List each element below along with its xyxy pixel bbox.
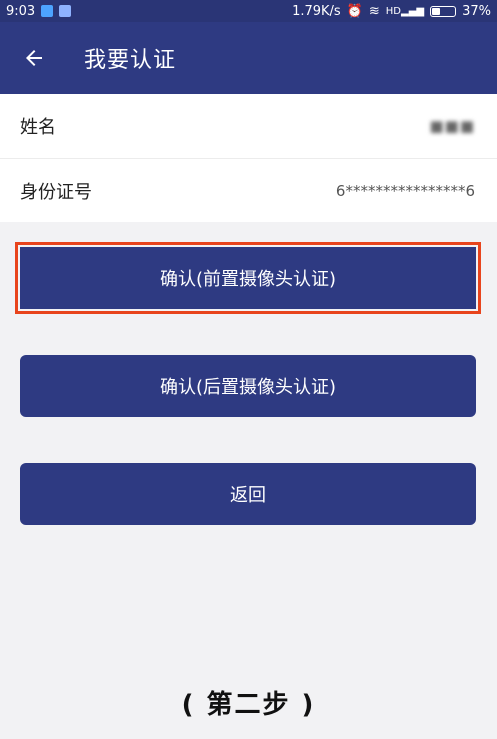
- alarm-icon: ⏰: [346, 3, 363, 19]
- app-bar: 我要认证: [0, 22, 497, 94]
- confirm-rear-camera-button[interactable]: 确认(后置摄像头认证): [20, 355, 476, 417]
- confirm-front-camera-button[interactable]: 确认(前置摄像头认证): [15, 242, 481, 314]
- battery-icon: [430, 5, 457, 17]
- name-row: 姓名 ■■■: [0, 94, 497, 158]
- name-label: 姓名: [20, 117, 56, 138]
- confirm-front-camera-label: 确认(前置摄像头认证): [159, 269, 337, 290]
- step-caption: ( 第二步 ): [181, 690, 316, 720]
- name-value: ■■■: [429, 117, 475, 135]
- status-time: 9:03: [6, 3, 36, 19]
- back-button-label: 返回: [230, 485, 266, 506]
- network-speed: 1.79K/s: [292, 3, 341, 19]
- status-left: 9:03: [6, 3, 72, 19]
- signal-badge: HD: [385, 5, 402, 17]
- back-arrow-icon[interactable]: [4, 22, 64, 94]
- battery-level: 37%: [462, 3, 491, 19]
- status-right: 1.79K/s ⏰ ≋ HD▂▄▆ 37%: [292, 4, 491, 19]
- app-notification-icon: [41, 5, 54, 17]
- back-button[interactable]: 返回: [20, 463, 476, 525]
- signal-icon: HD▂▄▆: [385, 5, 425, 17]
- page-title: 我要认证: [84, 48, 177, 73]
- info-card: 姓名 ■■■ 身份证号 6****************6: [0, 94, 497, 222]
- wifi-icon: ≋: [368, 3, 380, 19]
- id-number-label: 身份证号: [20, 181, 92, 203]
- status-bar: 9:03 1.79K/s ⏰ ≋ HD▂▄▆ 37%: [0, 0, 497, 22]
- id-number-row: 身份证号 6****************6: [0, 158, 497, 222]
- id-number-value: 6****************6: [335, 181, 475, 200]
- confirm-rear-camera-label: 确认(后置摄像头认证): [159, 377, 337, 398]
- arrow-left-icon: [26, 50, 42, 66]
- document-notification-icon: [59, 5, 72, 17]
